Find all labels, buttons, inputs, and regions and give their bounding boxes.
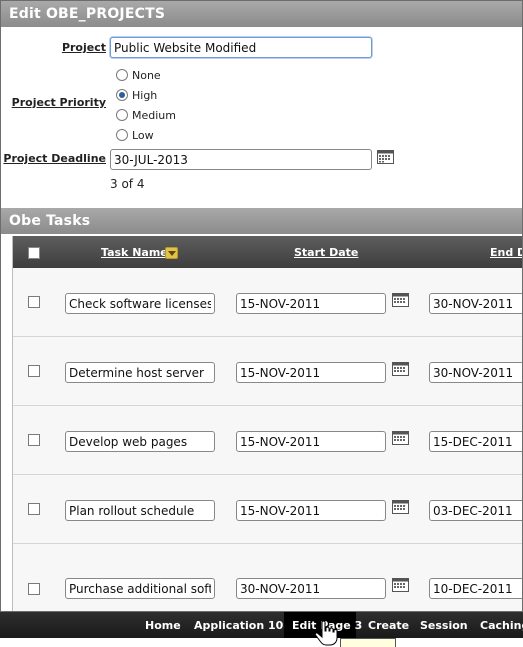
row-checkbox[interactable] (28, 583, 40, 595)
toolbar-application[interactable]: Application 101 (184, 612, 291, 638)
calendar-icon[interactable] (377, 149, 394, 164)
task-name-input[interactable] (65, 431, 215, 452)
priority-option-low[interactable]: Low (116, 126, 154, 144)
row-checkbox[interactable] (28, 503, 40, 515)
calendar-icon[interactable] (392, 430, 409, 445)
radio-none[interactable] (116, 69, 128, 81)
edit-region-title: Edit OBE_PROJECTS (9, 6, 166, 22)
select-all-checkbox[interactable] (28, 247, 40, 259)
end-date-input[interactable] (429, 578, 522, 599)
column-end-date[interactable]: End D (490, 246, 522, 259)
task-name-input[interactable] (65, 293, 215, 314)
table-row (13, 406, 522, 475)
tooltip (340, 638, 396, 647)
toolbar-create[interactable]: Create (358, 612, 409, 638)
task-name-input[interactable] (65, 578, 215, 599)
start-date-input[interactable] (236, 578, 386, 599)
start-date-input[interactable] (236, 362, 386, 383)
toolbar-caching[interactable]: Caching (470, 612, 523, 638)
table-row (13, 268, 522, 337)
hand-cursor-icon (314, 620, 338, 646)
tasks-region-header: Obe Tasks (1, 208, 522, 234)
start-date-input[interactable] (236, 293, 386, 314)
radio-none-label: None (132, 68, 161, 82)
calendar-icon[interactable] (392, 499, 409, 514)
start-date-input[interactable] (236, 431, 386, 452)
tasks-table-header: Task Name Start Date End D (13, 236, 522, 268)
radio-high[interactable] (116, 89, 128, 101)
column-task-name[interactable]: Task Name (101, 246, 168, 259)
table-row (13, 544, 522, 611)
calendar-icon[interactable] (392, 577, 409, 592)
toolbar-home[interactable]: Home (136, 612, 184, 638)
radio-high-label: High (132, 88, 158, 102)
project-label[interactable]: Project (41, 41, 106, 54)
page-frame: Edit OBE_PROJECTS Project Project Priori… (0, 0, 523, 612)
end-date-input[interactable] (429, 500, 522, 521)
row-checkbox[interactable] (28, 434, 40, 446)
priority-label[interactable]: Project Priority (1, 96, 106, 109)
radio-low-label: Low (132, 128, 154, 142)
end-date-input[interactable] (429, 362, 522, 383)
tasks-table: Task Name Start Date End D (12, 236, 522, 611)
row-checkbox[interactable] (28, 365, 40, 377)
developer-toolbar: Home Application 101 Edit Page 3 Create … (0, 612, 523, 638)
record-position: 3 of 4 (110, 177, 145, 191)
radio-low[interactable] (116, 129, 128, 141)
radio-medium-label: Medium (132, 108, 176, 122)
end-date-input[interactable] (429, 431, 522, 452)
table-row (13, 475, 522, 544)
project-input[interactable] (110, 37, 372, 58)
start-date-input[interactable] (236, 500, 386, 521)
end-date-input[interactable] (429, 293, 522, 314)
priority-option-high[interactable]: High (116, 86, 157, 104)
task-name-input[interactable] (65, 362, 215, 383)
deadline-label[interactable]: Project Deadline (1, 152, 106, 165)
column-start-date[interactable]: Start Date (294, 246, 358, 259)
priority-option-none[interactable]: None (116, 66, 161, 84)
radio-medium[interactable] (116, 109, 128, 121)
tasks-region-title: Obe Tasks (9, 213, 91, 229)
sort-descending-icon[interactable] (165, 247, 178, 259)
table-row (13, 337, 522, 406)
calendar-icon[interactable] (392, 292, 409, 307)
priority-option-medium[interactable]: Medium (116, 106, 176, 124)
toolbar-session[interactable]: Session (410, 612, 468, 638)
row-checkbox[interactable] (28, 296, 40, 308)
task-name-input[interactable] (65, 500, 215, 521)
deadline-input[interactable] (110, 149, 372, 170)
calendar-icon[interactable] (392, 361, 409, 376)
edit-region-header: Edit OBE_PROJECTS (1, 1, 522, 27)
